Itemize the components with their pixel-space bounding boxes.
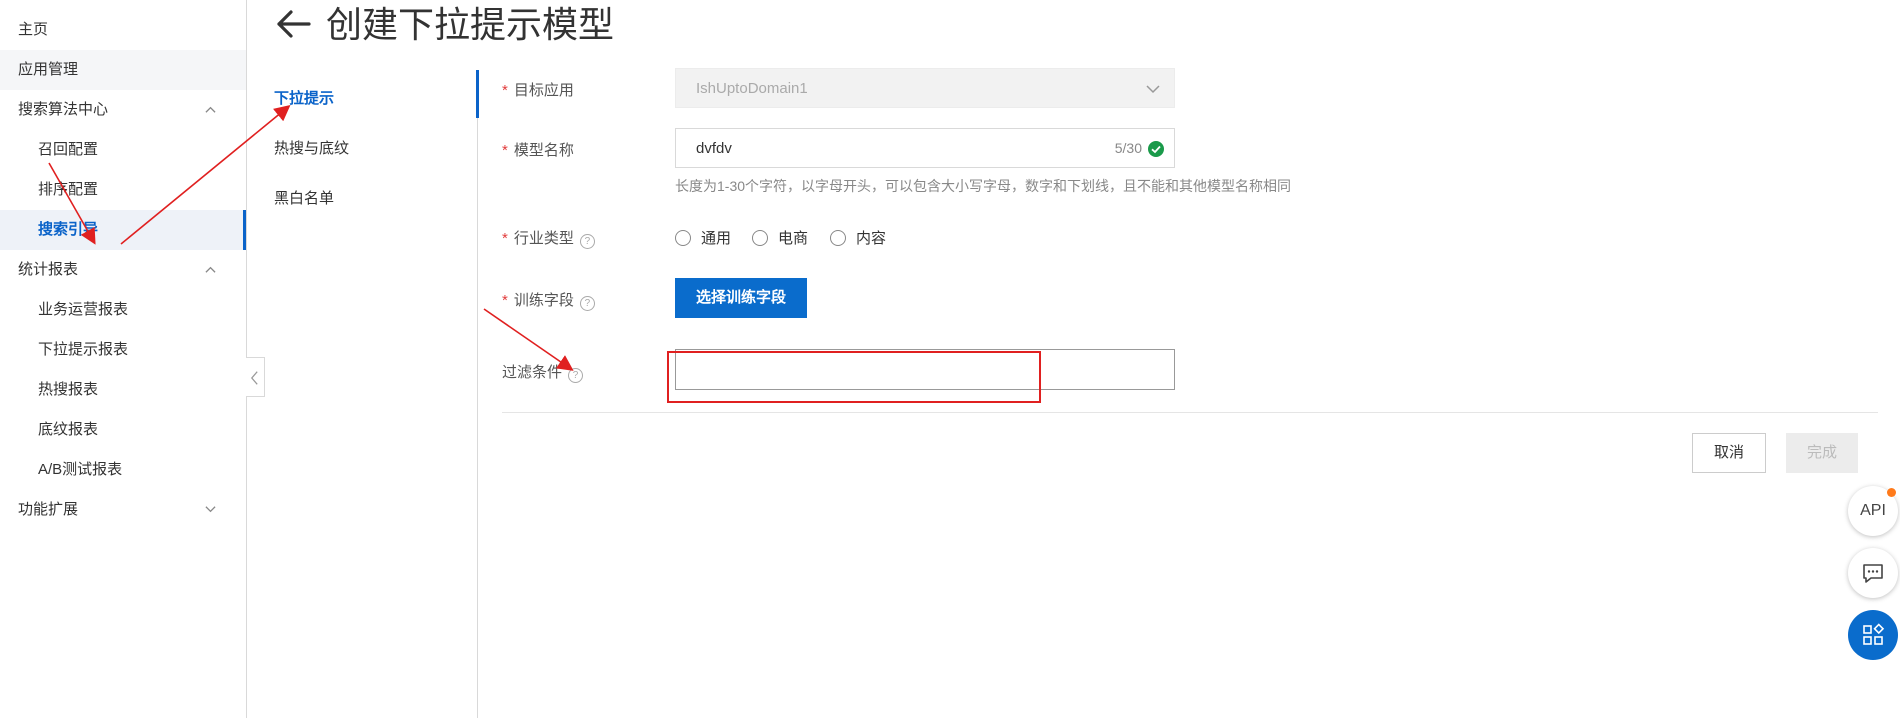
model-name-label: * 模型名称 xyxy=(502,139,574,160)
sidebar: 主页 应用管理 搜索算法中心 召回配置 排序配置 搜索引导 统计报表 业务运营报… xyxy=(0,0,247,718)
sidebar-item-home[interactable]: 主页 xyxy=(0,10,246,50)
sidebar-item-label: 统计报表 xyxy=(18,261,79,278)
sidebar-item-label: 热搜报表 xyxy=(38,381,99,398)
chat-icon xyxy=(1863,564,1883,583)
chevron-left-icon xyxy=(250,371,258,385)
radio-label: 电商 xyxy=(778,230,809,247)
select-training-field-button[interactable]: 选择训练字段 xyxy=(675,278,807,318)
help-icon[interactable]: ? xyxy=(579,296,595,311)
radio-label: 内容 xyxy=(856,230,887,247)
sidebar-item-label: A/B测试报表 xyxy=(38,461,123,478)
chevron-up-icon xyxy=(205,106,216,113)
target-app-label-text: 目标应用 xyxy=(513,82,574,99)
required-mark: * xyxy=(502,230,508,247)
sidebar-item-sort-config[interactable]: 排序配置 xyxy=(0,170,246,210)
industry-option-content[interactable]: 内容 xyxy=(830,227,886,247)
filter-label: 过滤条件? xyxy=(502,361,584,383)
sidebar-item-search-algorithm-center[interactable]: 搜索算法中心 xyxy=(0,90,246,130)
target-app-select[interactable]: IshUptoDomain1 xyxy=(675,68,1175,108)
help-icon[interactable]: ? xyxy=(568,368,584,383)
char-counter: 5/30 xyxy=(1114,140,1142,156)
industry-option-ecommerce[interactable]: 电商 xyxy=(752,227,808,247)
apps-button[interactable] xyxy=(1848,610,1898,660)
sidebar-item-label: 功能扩展 xyxy=(18,501,79,518)
tab-suggest[interactable]: 下拉提示 xyxy=(274,87,334,108)
sidebar-item-label: 搜索算法中心 xyxy=(18,101,109,118)
model-name-value: dvfdv xyxy=(696,140,732,157)
filter-input[interactable] xyxy=(675,349,1175,390)
tab-black-white-list[interactable]: 黑白名单 xyxy=(274,187,334,208)
divider xyxy=(502,412,1878,413)
filter-label-text: 过滤条件 xyxy=(502,364,563,381)
sidebar-item-label: 底纹报表 xyxy=(38,421,99,438)
sidebar-item-label: 召回配置 xyxy=(38,141,99,158)
sidebar-item-statistics[interactable]: 统计报表 xyxy=(0,250,246,290)
sidebar-item-shading-report[interactable]: 底纹报表 xyxy=(0,410,246,450)
industry-option-general[interactable]: 通用 xyxy=(675,227,731,247)
check-circle-icon xyxy=(1148,141,1164,157)
api-button[interactable]: API xyxy=(1848,486,1898,536)
tab-hot-search-shading[interactable]: 热搜与底纹 xyxy=(274,137,349,158)
target-app-value: IshUptoDomain1 xyxy=(696,80,808,97)
training-field-label: * 训练字段? xyxy=(502,289,595,311)
industry-label-text: 行业类型 xyxy=(513,230,574,247)
radio-label: 通用 xyxy=(701,230,732,247)
sidebar-collapse-button[interactable] xyxy=(246,357,265,397)
sidebar-item-app-management[interactable]: 应用管理 xyxy=(0,50,246,90)
industry-label: * 行业类型? xyxy=(502,227,595,249)
done-button[interactable]: 完成 xyxy=(1786,433,1858,473)
sidebar-item-recall-config[interactable]: 召回配置 xyxy=(0,130,246,170)
training-field-label-text: 训练字段 xyxy=(513,292,574,309)
model-name-input[interactable]: dvfdv 5/30 xyxy=(675,128,1175,168)
sidebar-item-extensions[interactable]: 功能扩展 xyxy=(0,490,246,530)
sidebar-item-business-report[interactable]: 业务运营报表 xyxy=(0,290,246,330)
help-icon[interactable]: ? xyxy=(579,234,595,249)
sidebar-item-search-guide[interactable]: 搜索引导 xyxy=(0,210,246,250)
back-arrow-icon[interactable] xyxy=(276,8,312,40)
required-mark: * xyxy=(502,82,508,99)
annotation-arrow xyxy=(483,308,574,371)
target-app-label: * 目标应用 xyxy=(502,79,574,100)
chevron-down-icon xyxy=(1146,85,1160,94)
page-title: 创建下拉提示模型 xyxy=(326,4,615,45)
active-tab-indicator xyxy=(476,70,479,118)
sidebar-item-label: 排序配置 xyxy=(38,181,99,198)
sidebar-item-suggest-report[interactable]: 下拉提示报表 xyxy=(0,330,246,370)
chevron-up-icon xyxy=(205,266,216,273)
sidebar-item-label: 搜索引导 xyxy=(38,221,99,238)
sidebar-item-label: 业务运营报表 xyxy=(38,301,129,318)
sidebar-item-label: 下拉提示报表 xyxy=(38,341,129,358)
model-name-label-text: 模型名称 xyxy=(513,142,574,159)
apps-icon xyxy=(1863,623,1885,645)
radio-icon xyxy=(830,230,846,246)
required-mark: * xyxy=(502,292,508,309)
notification-dot xyxy=(1887,488,1896,497)
model-name-hint: 长度为1-30个字符，以字母开头，可以包含大小写字母，数字和下划线，且不能和其他… xyxy=(675,178,1292,194)
sidebar-item-label: 应用管理 xyxy=(18,61,79,78)
sidebar-item-label: 主页 xyxy=(18,21,49,38)
cancel-button[interactable]: 取消 xyxy=(1692,433,1766,473)
required-mark: * xyxy=(502,142,508,159)
radio-icon xyxy=(675,230,691,246)
radio-icon xyxy=(752,230,768,246)
chat-button[interactable] xyxy=(1848,548,1898,598)
sidebar-item-ab-test-report[interactable]: A/B测试报表 xyxy=(0,450,246,490)
chevron-down-icon xyxy=(205,506,216,513)
divider xyxy=(477,70,478,718)
sidebar-item-hot-search-report[interactable]: 热搜报表 xyxy=(0,370,246,410)
